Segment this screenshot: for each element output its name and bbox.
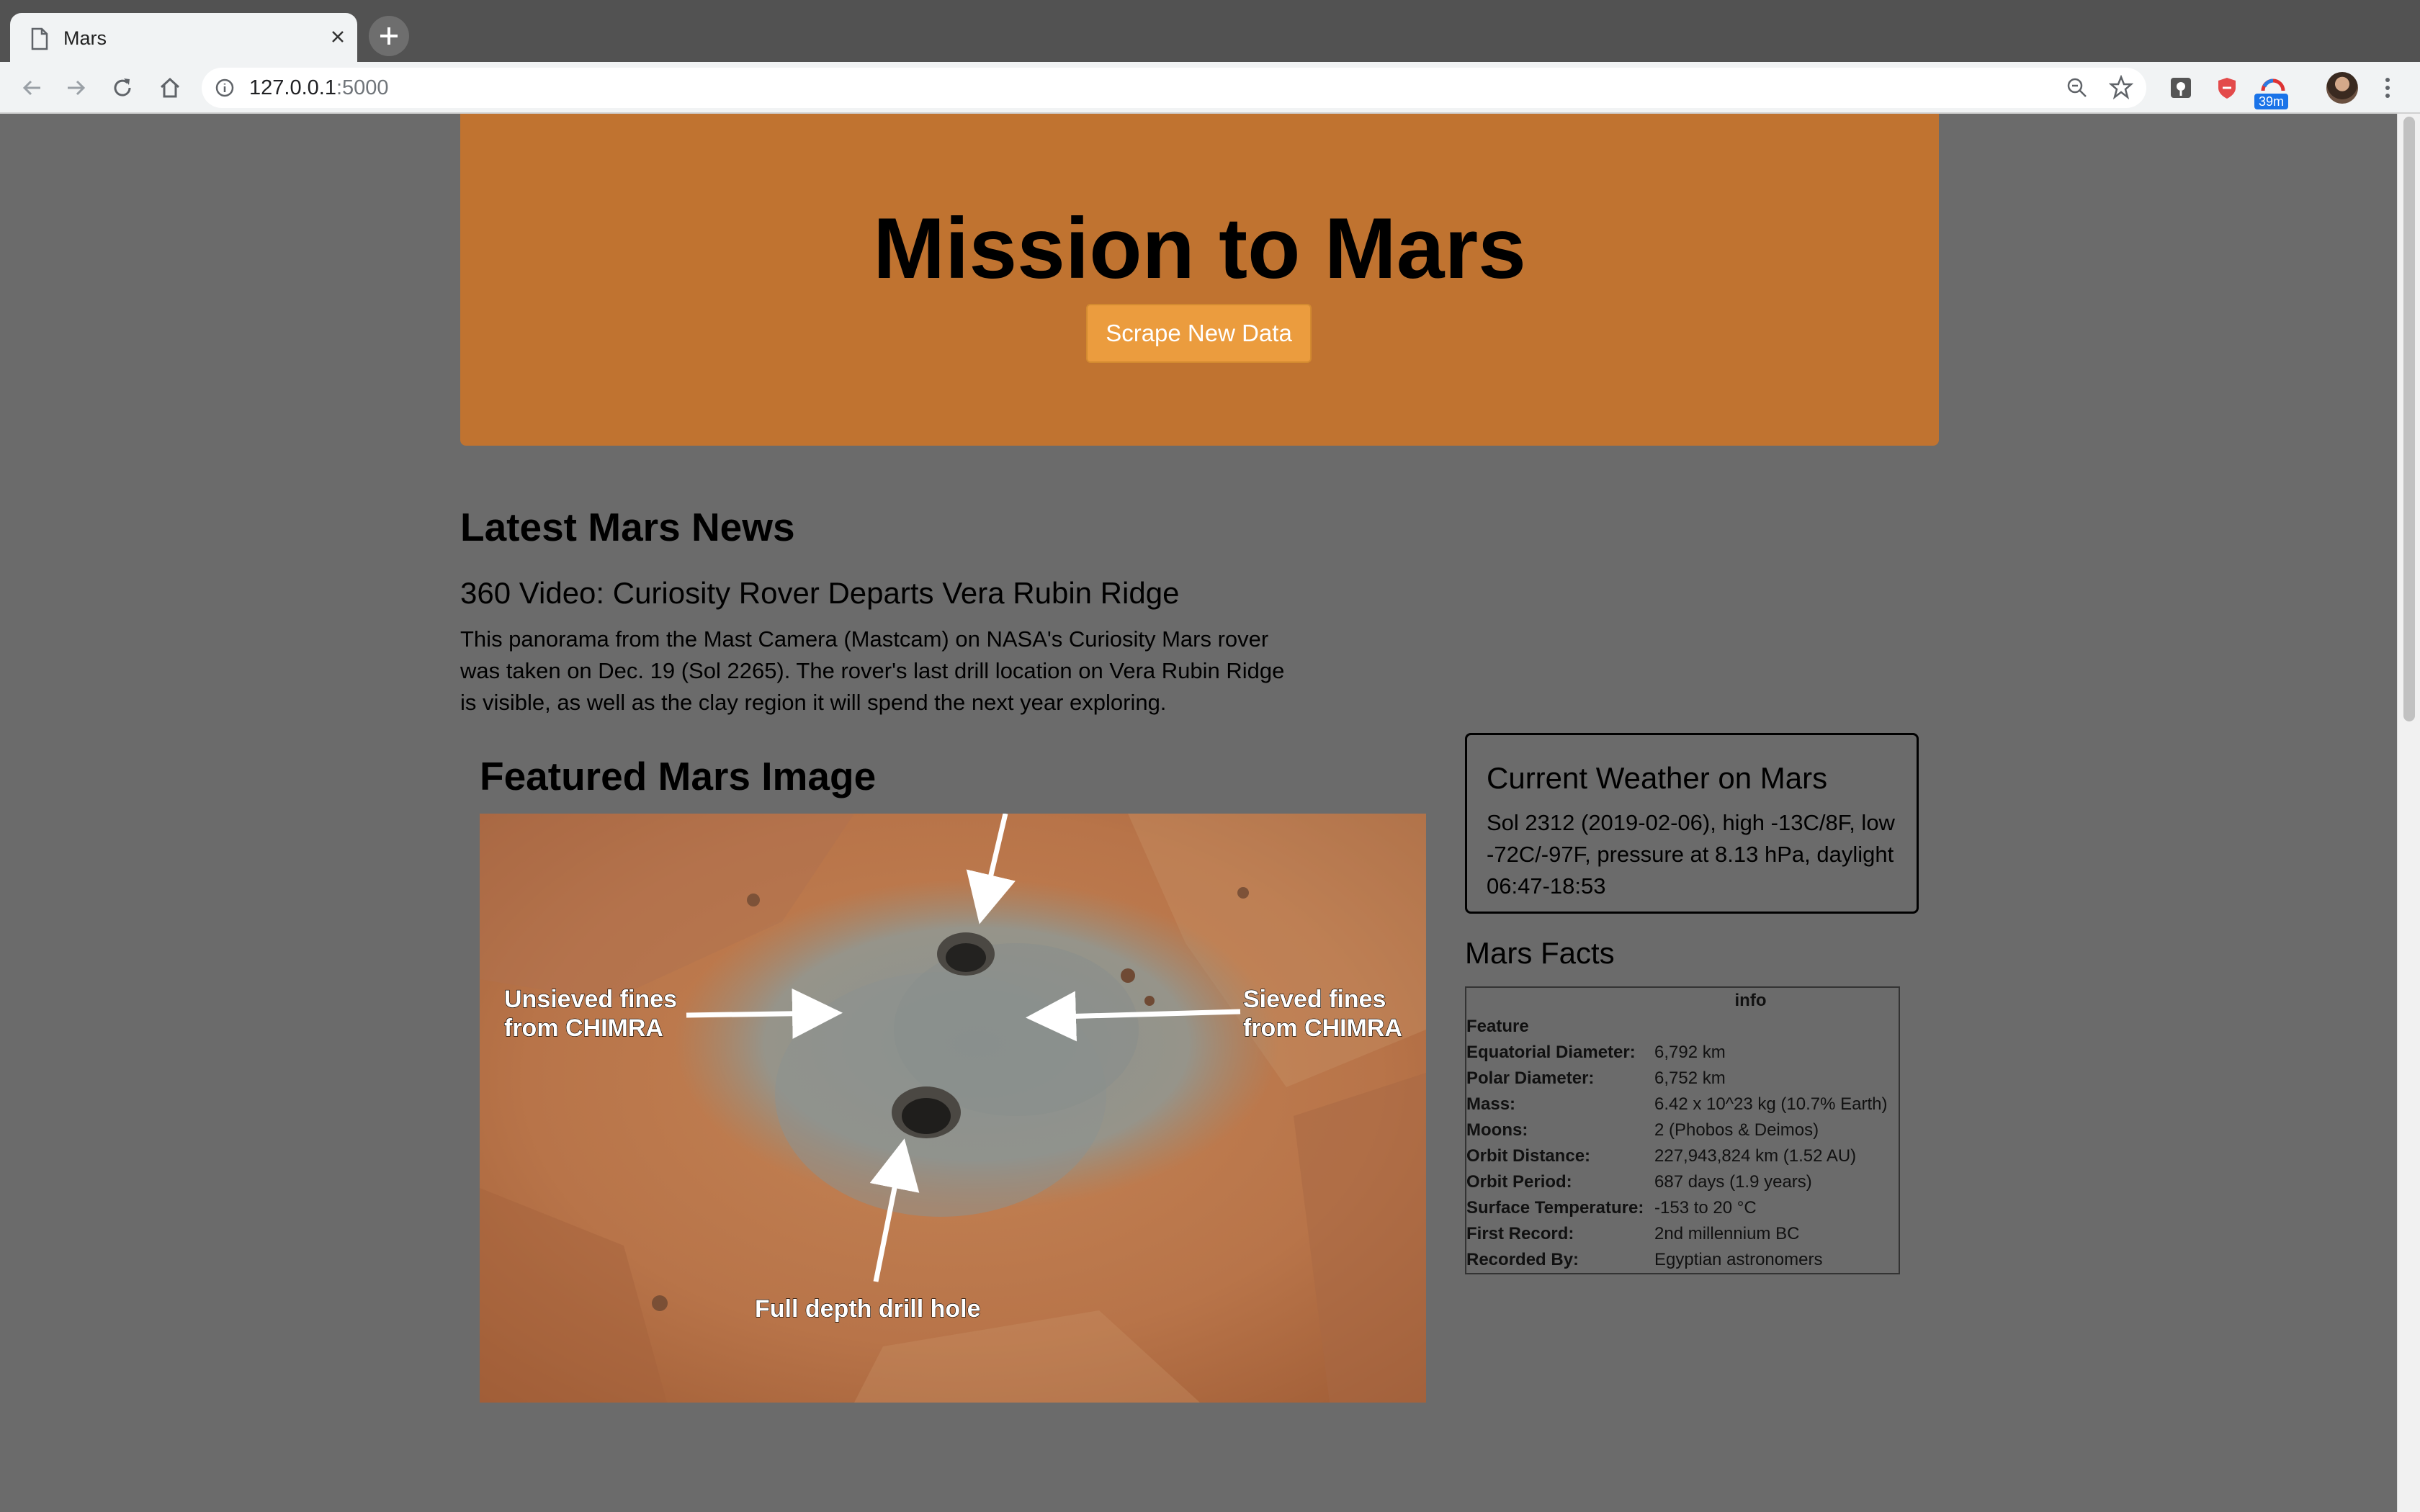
news-title: 360 Video: Curiosity Rover Departs Vera … — [460, 576, 1180, 610]
fact-label: First Record: — [1466, 1224, 1574, 1243]
table-empty-cell — [1654, 1014, 1899, 1040]
label-sieved-line2: from CHIMRA — [1243, 1014, 1402, 1042]
news-body: This panorama from the Mast Camera (Mast… — [460, 626, 1285, 715]
table-corner-cell — [1466, 987, 1654, 1014]
fact-value: 687 days (1.9 years) — [1654, 1172, 1812, 1192]
address-bar[interactable]: 127.0.0.1:5000 — [202, 68, 2146, 108]
page-title: Mission to Mars — [873, 200, 1526, 297]
fact-value: 2nd millennium BC — [1654, 1224, 1800, 1243]
table-row: Equatorial Diameter: 6,792 km — [1466, 1040, 1899, 1066]
url-text[interactable]: 127.0.0.1:5000 — [249, 76, 389, 100]
fact-label: Equatorial Diameter: — [1466, 1043, 1636, 1062]
table-row: Surface Temperature: -153 to 20 °C — [1466, 1195, 1899, 1221]
fact-label: Surface Temperature: — [1466, 1198, 1644, 1218]
browser-toolbar: 127.0.0.1:5000 39m — [0, 62, 2420, 114]
fact-value: 6,792 km — [1654, 1043, 1726, 1062]
header-jumbotron: Mission to Mars Scrape New Data — [460, 114, 1939, 446]
back-icon[interactable] — [19, 75, 45, 101]
table-row: First Record: 2nd millennium BC — [1466, 1221, 1899, 1247]
fact-value: 227,943,824 km (1.52 AU) — [1654, 1146, 1857, 1166]
fact-label: Orbit Period: — [1466, 1172, 1572, 1192]
browser-tab[interactable]: Mars — [10, 13, 357, 62]
fact-value: 6,752 km — [1654, 1068, 1726, 1088]
facts-heading: Mars Facts — [1465, 936, 1615, 970]
extension-shield-icon[interactable] — [2166, 73, 2195, 102]
mars-facts-table: info Feature Equatorial Diameter: 6,792 k… — [1465, 986, 1900, 1274]
new-tab-button[interactable] — [369, 16, 409, 56]
extension-adblock-icon[interactable] — [2213, 73, 2241, 102]
table-index-row: Feature — [1466, 1014, 1899, 1040]
bookmark-star-icon[interactable] — [2109, 75, 2133, 99]
reload-icon[interactable] — [109, 75, 135, 101]
fact-value: 2 (Phobos & Deimos) — [1654, 1120, 1819, 1140]
page-scrollbar[interactable] — [2397, 114, 2420, 1512]
forward-icon[interactable] — [63, 75, 89, 101]
profile-avatar[interactable] — [2326, 72, 2358, 104]
page-icon — [31, 27, 48, 50]
table-row: Mass: 6.42 x 10^23 kg (10.7% Earth) — [1466, 1092, 1899, 1117]
fact-value: -153 to 20 °C — [1654, 1198, 1757, 1218]
table-row: Moons: 2 (Phobos & Deimos) — [1466, 1117, 1899, 1143]
fact-value: 6.42 x 10^23 kg (10.7% Earth) — [1654, 1094, 1888, 1114]
fact-label: Orbit Distance: — [1466, 1146, 1591, 1166]
table-header-row: info — [1466, 987, 1899, 1014]
browser-tab-strip: Mars — [0, 0, 2420, 62]
facts-table-body: Equatorial Diameter: 6,792 km Polar Diamet… — [1466, 1040, 1899, 1274]
extension-badge: 39m — [2254, 94, 2289, 109]
close-tab-icon[interactable] — [327, 26, 349, 48]
fact-label: Polar Diameter: — [1466, 1068, 1595, 1088]
fact-label: Moons: — [1466, 1120, 1528, 1140]
table-row: Recorded By: Egyptian astronomers — [1466, 1247, 1899, 1274]
weather-panel: Current Weather on Mars Sol 2312 (2019-0… — [1465, 733, 1919, 914]
column-header-info: info — [1734, 991, 1767, 1010]
weather-text: Sol 2312 (2019-02-06), high -13C/8F, low… — [1487, 810, 1895, 899]
fact-label: Mass: — [1466, 1094, 1516, 1114]
table-row: Polar Diameter: 6,752 km — [1466, 1066, 1899, 1092]
news-heading: Latest Mars News — [460, 505, 795, 549]
fact-label: Recorded By: — [1466, 1250, 1579, 1269]
info-icon[interactable] — [215, 78, 235, 98]
label-drill-hole: Full depth drill hole — [755, 1295, 981, 1323]
featured-image-heading: Featured Mars Image — [480, 754, 877, 798]
plus-icon — [380, 27, 398, 45]
featured-mars-image: Unsieved fines from CHIMRA Sieved fines … — [480, 814, 1426, 1403]
weather-heading: Current Weather on Mars — [1487, 761, 1828, 795]
label-sieved-line1: Sieved fines — [1243, 986, 1386, 1013]
table-row: Orbit Period: 687 days (1.9 years) — [1466, 1169, 1899, 1195]
home-icon[interactable] — [157, 75, 183, 101]
scrollbar-thumb[interactable] — [2403, 117, 2415, 721]
zoom-icon[interactable] — [2066, 76, 2089, 99]
table-row: Orbit Distance: 227,943,824 km (1.52 AU) — [1466, 1143, 1899, 1169]
label-unsieved-line1: Unsieved fines — [504, 986, 677, 1013]
tab-title: Mars — [63, 27, 107, 49]
fact-value: Egyptian astronomers — [1654, 1250, 1823, 1269]
scrape-new-data-button[interactable]: Scrape New Data — [1086, 304, 1312, 363]
more-menu-icon[interactable] — [2377, 75, 2398, 101]
label-unsieved-line2: from CHIMRA — [504, 1014, 663, 1042]
index-header-feature: Feature — [1466, 1017, 1529, 1036]
